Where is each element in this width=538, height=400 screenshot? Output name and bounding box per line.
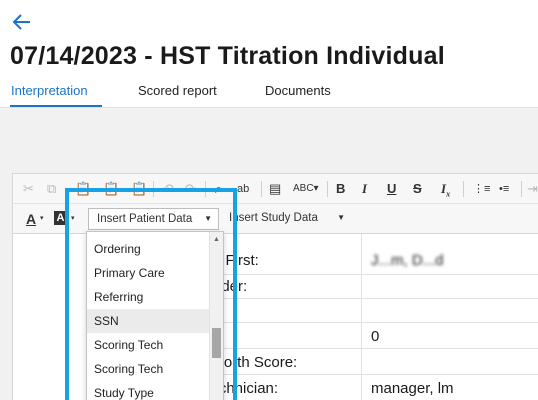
cut-icon[interactable]: ✂ [23,181,34,197]
page: 07/14/2023 - HST Titration Individual In… [0,0,538,400]
table-cell-value: J...m, D...d [371,252,444,269]
highlight-box [65,188,237,400]
underline-icon[interactable]: U [387,181,396,197]
tab-interpretation[interactable]: Interpretation [11,83,88,98]
copy-icon[interactable]: ⧉ [47,181,56,197]
replace-icon[interactable]: ab [237,181,249,197]
strikethrough-icon[interactable]: S [413,181,422,197]
insert-study-data-label: Insert Study Data [229,212,318,224]
toolbar-separator [327,181,328,197]
italic-icon[interactable]: I [362,181,367,197]
toolbar-separator [261,181,262,197]
insert-study-data-dropdown[interactable]: Insert Study Data ▼ [221,208,351,230]
toolbar-separator [463,181,464,197]
chevron-down-icon: ▼ [337,213,345,222]
tab-scored-report[interactable]: Scored report [138,83,217,98]
tab-bar: Interpretation Scored report Documents [0,78,538,108]
remove-format-icon[interactable]: Ix [441,181,450,203]
font-color-icon[interactable]: A [26,211,36,227]
spellcheck-icon[interactable]: ABC▾ [293,181,319,197]
table-cell-value: 0 [371,328,380,345]
page-title: 07/14/2023 - HST Titration Individual [10,42,445,70]
select-all-icon[interactable]: ▤ [269,181,281,197]
numbered-list-icon[interactable]: ⋮≡ [473,181,490,197]
active-tab-indicator [10,105,102,107]
bulleted-list-icon[interactable]: •≡ [499,181,509,197]
chevron-down-icon[interactable]: ▾ [40,211,44,227]
table-cell-value: manager, lm [371,380,454,397]
bold-icon[interactable]: B [336,181,345,197]
table-divider [361,234,362,400]
tab-documents[interactable]: Documents [265,83,331,98]
toolbar-separator [521,181,522,197]
back-arrow-icon[interactable] [10,10,34,34]
indent-icon[interactable]: ⇥ [527,181,538,197]
